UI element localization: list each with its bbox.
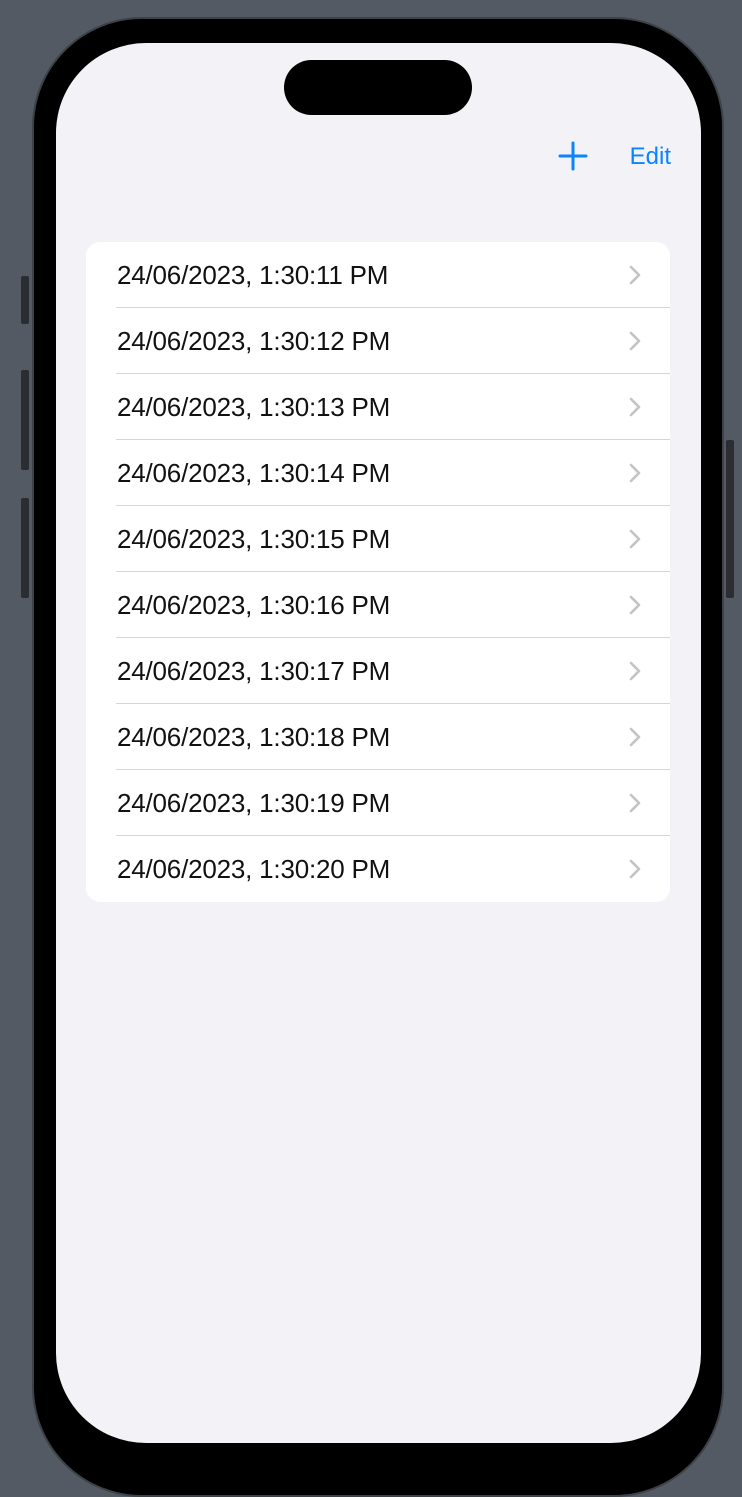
- list-item[interactable]: 24/06/2023, 1:30:20 PM: [86, 836, 670, 902]
- power-button: [726, 440, 734, 598]
- list-item[interactable]: 24/06/2023, 1:30:17 PM: [86, 638, 670, 704]
- chevron-right-icon: [628, 792, 642, 814]
- dynamic-island: [284, 60, 472, 115]
- chevron-right-icon: [628, 330, 642, 352]
- list-item[interactable]: 24/06/2023, 1:30:14 PM: [86, 440, 670, 506]
- chevron-right-icon: [628, 264, 642, 286]
- edit-button[interactable]: Edit: [630, 142, 671, 172]
- list-item-label: 24/06/2023, 1:30:17 PM: [117, 655, 391, 686]
- list-item-label: 24/06/2023, 1:30:20 PM: [117, 853, 391, 884]
- chevron-right-icon: [628, 528, 642, 550]
- list-item[interactable]: 24/06/2023, 1:30:11 PM: [86, 242, 670, 308]
- list-item-label: 24/06/2023, 1:30:15 PM: [117, 523, 391, 554]
- list-item-label: 24/06/2023, 1:30:13 PM: [117, 391, 391, 422]
- chevron-right-icon: [628, 462, 642, 484]
- chevron-right-icon: [628, 396, 642, 418]
- chevron-right-icon: [628, 726, 642, 748]
- list-item-label: 24/06/2023, 1:30:11 PM: [117, 259, 389, 290]
- list-item-label: 24/06/2023, 1:30:12 PM: [117, 325, 391, 356]
- list-item[interactable]: 24/06/2023, 1:30:18 PM: [86, 704, 670, 770]
- list-item-label: 24/06/2023, 1:30:16 PM: [117, 589, 391, 620]
- list-item-label: 24/06/2023, 1:30:14 PM: [117, 457, 391, 488]
- chevron-right-icon: [628, 594, 642, 616]
- add-button[interactable]: [556, 139, 590, 173]
- chevron-right-icon: [628, 858, 642, 880]
- app-screen: Edit 24/06/2023, 1:30:11 PM 24/06/2023, 1…: [56, 43, 701, 1443]
- list-item[interactable]: 24/06/2023, 1:30:15 PM: [86, 506, 670, 572]
- list-item[interactable]: 24/06/2023, 1:30:16 PM: [86, 572, 670, 638]
- chevron-right-icon: [628, 660, 642, 682]
- list-item[interactable]: 24/06/2023, 1:30:13 PM: [86, 374, 670, 440]
- action-button: [21, 276, 29, 324]
- list-item[interactable]: 24/06/2023, 1:30:12 PM: [86, 308, 670, 374]
- volume-down-button: [21, 498, 29, 598]
- list-item-label: 24/06/2023, 1:30:18 PM: [117, 721, 391, 752]
- volume-up-button: [21, 370, 29, 470]
- timestamp-list: 24/06/2023, 1:30:11 PM 24/06/2023, 1:30:1…: [86, 242, 670, 902]
- list-item-label: 24/06/2023, 1:30:19 PM: [117, 787, 391, 818]
- list-item[interactable]: 24/06/2023, 1:30:19 PM: [86, 770, 670, 836]
- plus-icon: [558, 141, 588, 171]
